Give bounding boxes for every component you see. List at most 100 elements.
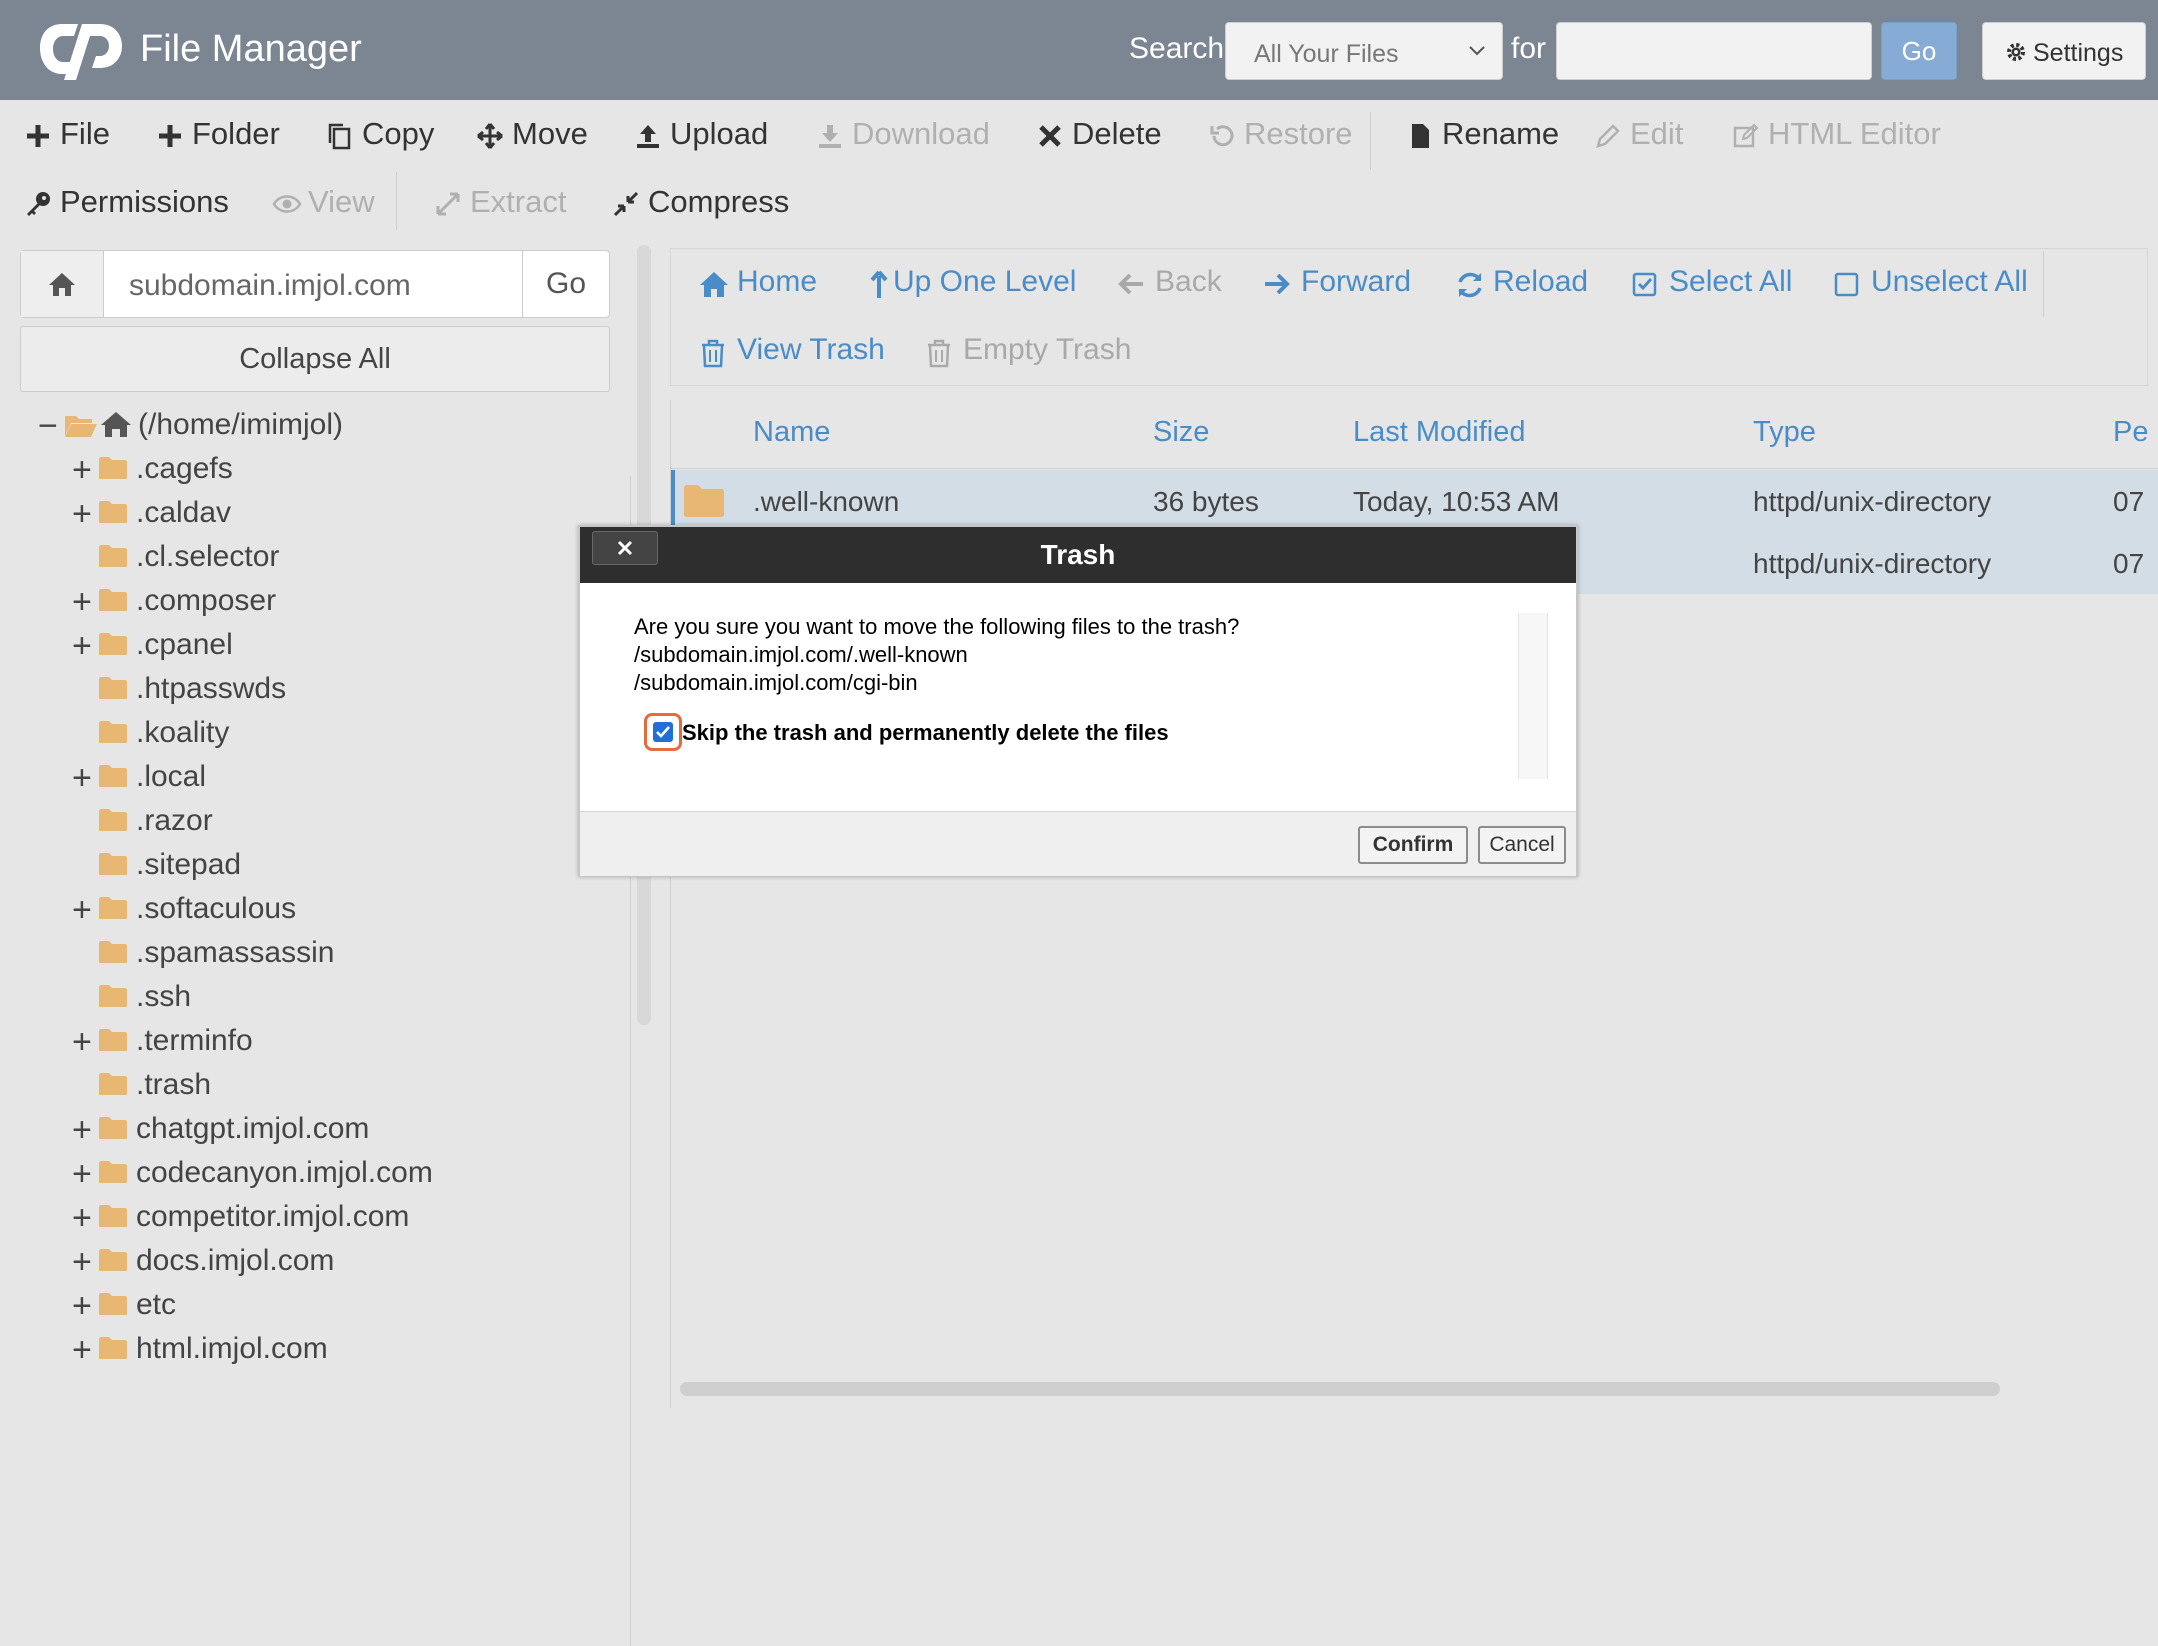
rename-button[interactable]: Rename (1406, 116, 1559, 152)
checkbox-empty-icon (1834, 272, 1859, 297)
dialog-scrollbar[interactable] (1518, 613, 1548, 779)
home-button[interactable]: Home (699, 265, 817, 299)
column-type[interactable]: Type (1753, 416, 1816, 449)
folder-icon (99, 985, 127, 1007)
dialog-footer: Confirm Cancel (580, 811, 1576, 876)
expand-plus-icon[interactable]: + (72, 760, 96, 796)
home-icon (700, 272, 728, 297)
dialog-close-button[interactable] (592, 531, 658, 565)
expand-plus-icon[interactable]: + (72, 1024, 96, 1060)
table-row[interactable]: .well-known 36 bytes Today, 10:53 AM htt… (671, 470, 2158, 532)
up-one-level-button[interactable]: Up One Level (867, 265, 1076, 299)
folder-icon (99, 853, 127, 875)
cpanel-logo-icon (40, 24, 122, 80)
expand-plus-icon[interactable]: + (72, 1244, 96, 1280)
settings-button[interactable]: Settings (1982, 22, 2146, 80)
unselect-all-button[interactable]: Unselect All (1833, 265, 2028, 299)
skip-trash-checkbox[interactable] (653, 722, 673, 742)
dialog-message: Are you sure you want to move the follow… (634, 613, 1534, 697)
select-all-button[interactable]: Select All (1631, 265, 1792, 299)
tree-item-label: .softaculous (136, 892, 297, 925)
tree-item-label: .cagefs (136, 452, 233, 485)
compress-button[interactable]: Compress (612, 184, 789, 220)
extract-button[interactable]: Extract (434, 184, 566, 220)
expand-plus-icon[interactable]: + (72, 1156, 96, 1192)
tree-item-label: docs.imjol.com (136, 1244, 335, 1277)
horizontal-scrollbar[interactable] (680, 1382, 2000, 1396)
refresh-icon (1458, 272, 1482, 298)
move-button[interactable]: Move (476, 116, 588, 152)
close-icon (617, 540, 633, 556)
undo-icon (1210, 125, 1234, 147)
expand-plus-icon[interactable]: + (72, 1112, 96, 1148)
forward-button[interactable]: Forward (1263, 265, 1411, 299)
new-folder-button[interactable]: Folder (156, 116, 280, 152)
new-file-button[interactable]: File (24, 116, 110, 152)
column-permissions[interactable]: Pe (2113, 416, 2148, 449)
expand-plus-icon[interactable]: + (72, 496, 96, 532)
action-toolbar: File Folder Copy Move Upload Download De… (0, 100, 2158, 238)
path-home-button[interactable] (21, 251, 104, 317)
table-header: Name Size Last Modified Type Pe (671, 400, 2158, 469)
html-editor-button[interactable]: HTML Editor (1732, 116, 1941, 152)
path-go-button[interactable]: Go (522, 251, 609, 317)
unselect-all-label: Unselect All (1871, 265, 2028, 298)
folder-icon (99, 1161, 127, 1183)
expand-plus-icon[interactable]: + (72, 892, 96, 928)
path-input[interactable]: subdomain.imjol.com (129, 269, 411, 303)
folder-icon (99, 1117, 127, 1139)
copy-button[interactable]: Copy (326, 116, 434, 152)
tree-item-label: .koality (136, 716, 230, 749)
confirm-button[interactable]: Confirm (1358, 826, 1468, 864)
tree-item-label: .terminfo (136, 1024, 253, 1057)
expand-plus-icon[interactable]: + (72, 1200, 96, 1236)
folder-icon (99, 1205, 127, 1227)
reload-button[interactable]: Reload (1455, 265, 1588, 299)
view-trash-button[interactable]: View Trash (699, 333, 885, 368)
tree-item-label: html.imjol.com (136, 1332, 328, 1365)
column-size[interactable]: Size (1153, 416, 1209, 449)
trash-icon (702, 339, 724, 368)
tree-item-label: codecanyon.imjol.com (136, 1156, 433, 1189)
column-last-modified[interactable]: Last Modified (1353, 416, 1526, 449)
tree-item-label: .trash (136, 1068, 212, 1101)
arrow-right-icon (1265, 273, 1290, 295)
checkmark-icon (656, 726, 670, 738)
expand-plus-icon[interactable]: + (72, 628, 96, 664)
expand-plus-icon[interactable]: + (72, 1288, 96, 1324)
search-input[interactable] (1556, 22, 1872, 80)
edit-square-icon (1733, 123, 1759, 148)
folder-icon (99, 897, 127, 919)
upload-button[interactable]: Upload (634, 116, 768, 152)
download-button[interactable]: Download (816, 116, 990, 152)
delete-button[interactable]: Delete (1036, 116, 1162, 152)
search-go-button[interactable]: Go (1881, 22, 1957, 80)
tree-item-label: .sitepad (136, 848, 242, 881)
dialog-title: Trash (1040, 539, 1116, 570)
directory-tree-panel: subdomain.imjol.com Go Collapse All − (/… (0, 238, 631, 1646)
edit-button[interactable]: Edit (1594, 116, 1683, 152)
expand-plus-icon[interactable]: + (72, 1332, 96, 1368)
row-name: .well-known (753, 486, 900, 517)
view-button[interactable]: View (272, 184, 375, 220)
level-up-icon (870, 270, 888, 298)
skip-trash-label[interactable]: Skip the trash and permanently delete th… (682, 720, 1169, 746)
folder-icon (99, 677, 127, 699)
restore-button[interactable]: Restore (1208, 116, 1353, 152)
pencil-icon (1596, 124, 1620, 148)
back-button[interactable]: Back (1117, 265, 1222, 299)
collapse-all-button[interactable]: Collapse All (20, 326, 610, 392)
cancel-button[interactable]: Cancel (1478, 826, 1566, 864)
toolbar-divider (1370, 112, 1371, 170)
collapse-minus-icon: − (38, 407, 58, 445)
permissions-button[interactable]: Permissions (24, 184, 229, 220)
expand-plus-icon[interactable]: + (72, 584, 96, 620)
expand-plus-icon[interactable]: + (72, 452, 96, 488)
search-scope-select[interactable]: All Your Files (1225, 22, 1503, 80)
folder-icon (99, 457, 127, 479)
empty-trash-button[interactable]: Empty Trash (925, 333, 1131, 368)
navigation-bar: Home Up One Level Back Forward Reload Se… (670, 248, 2148, 386)
row-perms: 07 (2113, 486, 2145, 517)
search-label: Search (1129, 32, 1225, 65)
column-name[interactable]: Name (753, 416, 830, 449)
